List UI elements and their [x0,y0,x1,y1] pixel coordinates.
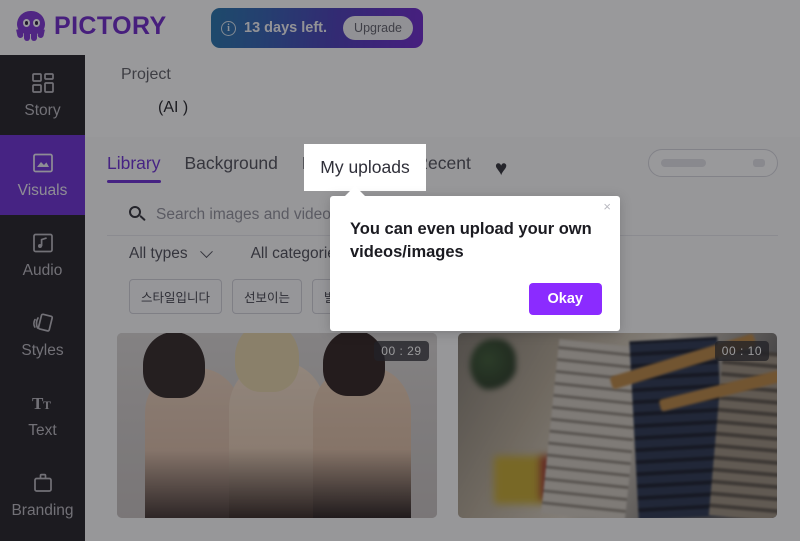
popover-title: You can even upload your own videos/imag… [350,220,592,262]
tutorial-spotlight-my-uploads[interactable]: My uploads [304,144,426,191]
okay-button[interactable]: Okay [528,283,602,315]
close-icon[interactable]: × [603,200,611,213]
popover-arrow [344,186,366,197]
tab-my-uploads-highlighted[interactable]: My uploads [320,157,410,178]
pictory-app-window: PICTORY i 13 days left. Upgrade Story Vi… [0,0,800,541]
tutorial-popover: × You can even upload your own videos/im… [330,186,620,331]
